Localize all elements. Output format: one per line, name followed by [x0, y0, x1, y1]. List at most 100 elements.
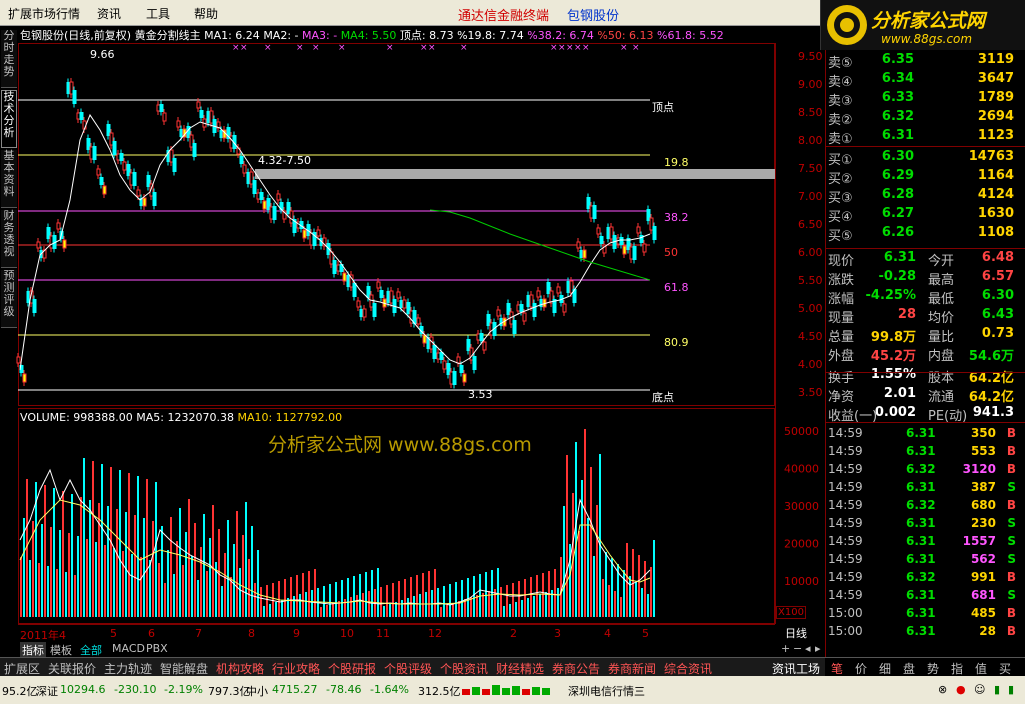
tick-volume: 681 [970, 588, 996, 602]
quote-value: 6.57 [981, 269, 1014, 284]
func-industry[interactable]: 行业攻略 [272, 660, 320, 677]
candle-body [262, 200, 267, 210]
quote-row: 涨跌 -0.28 最高 6.57 [826, 269, 1022, 288]
arrow-left-icon[interactable]: ◂ [805, 642, 811, 655]
tab-indicator[interactable]: 指标 [20, 642, 46, 658]
sell-order-row[interactable]: 卖② 6.32 2694 [826, 109, 1022, 128]
tab-detail[interactable]: 细 [879, 660, 891, 677]
candle-body [592, 205, 597, 219]
buy-order-row[interactable]: 买④ 6.27 1630 [826, 206, 1022, 225]
quote-value: 54.6万 [968, 349, 1014, 364]
tab-trend[interactable]: 势 [927, 660, 939, 677]
candle-body [362, 308, 367, 318]
volume-bar [398, 581, 400, 617]
order-volume: 1630 [977, 206, 1014, 221]
volume-axis: 50000 40000 30000 20000 10000 [784, 425, 819, 588]
tab-buy[interactable]: 买 [999, 660, 1011, 677]
alert-icon[interactable]: ● [956, 683, 966, 696]
volume-bar [41, 524, 43, 617]
tab-board[interactable]: 盘 [903, 660, 915, 677]
volume-bar [305, 592, 307, 617]
buy-order-row[interactable]: 买② 6.29 1164 [826, 168, 1022, 187]
candle-body [372, 303, 377, 317]
tick-time: 14:59 [828, 516, 863, 530]
svg-text:×: × [566, 43, 574, 53]
volume-bar [170, 517, 172, 617]
smb-index-label: 中小 [246, 685, 268, 698]
func-stock-news[interactable]: 个股资讯 [440, 660, 488, 677]
volume-bar [461, 580, 463, 617]
candle-body [99, 177, 104, 185]
tab-value[interactable]: 值 [975, 660, 987, 677]
candle-body [642, 243, 647, 253]
quote-row: 外盘 45.2万 内盘 54.6万 [826, 345, 1022, 364]
sell-order-row[interactable]: 卖① 6.31 1123 [826, 128, 1022, 147]
buy-order-row[interactable]: 买⑤ 6.26 1108 [826, 225, 1022, 244]
price-tick-label: 9.50 [798, 50, 823, 63]
volume-bar [71, 494, 73, 617]
volume-bar [104, 545, 106, 617]
minus-icon[interactable]: − [793, 642, 802, 655]
quote-row: 现价 6.31 今开 6.48 [826, 250, 1022, 269]
kline-chart[interactable]: 9.50 9.00 8.50 8.00 7.50 7.00 6.50 6.00 5.50 5.00… [0, 0, 825, 657]
price-tick-label: 3.50 [798, 386, 823, 399]
candle-body [622, 245, 627, 255]
func-rating[interactable]: 个股评级 [384, 660, 432, 677]
tick-row: 14:59 6.31 562 S [826, 552, 1022, 570]
smb-index-value: 4715.27 [272, 683, 318, 696]
close-icon[interactable]: ⊗ [938, 683, 947, 696]
volume-bar [284, 579, 286, 617]
plus-icon[interactable]: + [781, 642, 790, 655]
candle-body [512, 320, 517, 334]
volume-bar [368, 591, 370, 617]
candle-body [472, 356, 477, 370]
user-icon[interactable]: ☺ [974, 683, 985, 696]
sell-order-row[interactable]: 卖③ 6.33 1789 [826, 90, 1022, 109]
func-related-quote[interactable]: 关联报价 [48, 660, 96, 677]
tick-time: 14:59 [828, 462, 863, 476]
volume-bar [371, 570, 373, 617]
volume-bar [500, 587, 502, 617]
arrow-right-icon[interactable]: ▸ [815, 642, 821, 655]
volume-bar [29, 560, 31, 617]
tab-all[interactable]: 全部 [80, 642, 102, 658]
func-info-workshop[interactable]: 资讯工场 [772, 660, 820, 677]
volume-bar [563, 506, 565, 617]
chart-header: 包钢股份(日线,前复权) 黄金分割线主 MA1: 6.24 MA2: - MA3… [20, 27, 772, 41]
func-extension[interactable]: 扩展区 [4, 660, 40, 677]
buy-order-row[interactable]: 买① 6.30 14763 [826, 149, 1022, 168]
func-institution[interactable]: 机构攻略 [216, 660, 264, 677]
tab-trades[interactable]: 笔 [831, 660, 843, 677]
func-smart-analysis[interactable]: 智能解盘 [160, 660, 208, 677]
tab-pbx[interactable]: PBX [146, 642, 168, 655]
tab-macd[interactable]: MACD [112, 642, 145, 655]
quote-label: 现价 [828, 254, 855, 269]
candle-body [119, 153, 124, 161]
order-volume: 1123 [977, 128, 1014, 143]
period-label[interactable]: 日线 [785, 625, 807, 641]
tick-price: 6.31 [906, 606, 936, 620]
volume-bar [281, 600, 283, 617]
sell-order-row[interactable]: 卖④ 6.34 3647 [826, 71, 1022, 90]
sell-order-row[interactable]: 卖⑤ 6.35 3119 [826, 52, 1022, 71]
tick-time: 14:59 [828, 498, 863, 512]
func-finance-picks[interactable]: 财经精选 [496, 660, 544, 677]
volume-bar [191, 556, 193, 617]
func-research[interactable]: 个股研报 [328, 660, 376, 677]
func-broker-news[interactable]: 券商新闻 [608, 660, 656, 677]
func-broker-notice[interactable]: 券商公告 [552, 660, 600, 677]
func-main-trace[interactable]: 主力轨迹 [104, 660, 152, 677]
tab-price[interactable]: 价 [855, 660, 867, 677]
buy-order-row[interactable]: 买③ 6.28 4124 [826, 187, 1022, 206]
volume-tick-label: 20000 [784, 538, 819, 551]
tab-template[interactable]: 模板 [50, 642, 72, 658]
volume-bar [614, 591, 616, 617]
candle-body [136, 189, 141, 197]
volume-bar [392, 583, 394, 617]
price-tick-label: 6.00 [798, 246, 823, 259]
tab-index[interactable]: 指 [951, 660, 963, 677]
volume-bar [383, 606, 385, 617]
func-general-news[interactable]: 综合资讯 [664, 660, 712, 677]
order-level-label: 卖① [828, 132, 853, 147]
volume-bar [203, 514, 205, 617]
